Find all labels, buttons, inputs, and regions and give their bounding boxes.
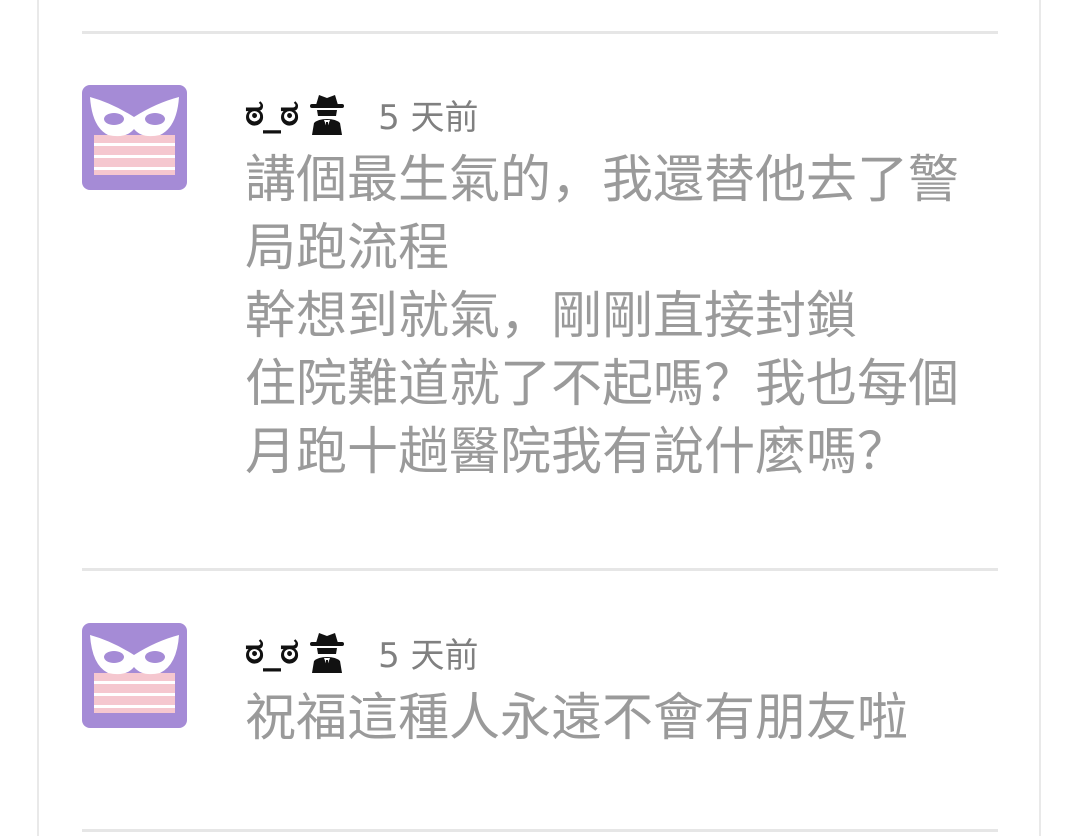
mask-avatar-icon[interactable] bbox=[82, 623, 187, 728]
username[interactable]: ಠ_ಠ bbox=[245, 93, 299, 135]
spy-icon bbox=[308, 631, 346, 673]
comment-meta: ಠ_ಠ 5 天前 bbox=[245, 89, 479, 139]
comment-thread: ಠ_ಠ 5 天前 講個最生氣的，我還替他去了警 局跑流程 幹想到就氣，剛剛直接封… bbox=[0, 0, 1077, 836]
divider bbox=[82, 31, 998, 34]
divider bbox=[82, 568, 998, 571]
divider bbox=[82, 829, 998, 832]
comment-meta: ಠ_ಠ 5 天前 bbox=[245, 627, 479, 677]
mask-avatar-icon[interactable] bbox=[82, 85, 187, 190]
comment-text: 講個最生氣的，我還替他去了警 局跑流程 幹想到就氣，剛剛直接封鎖 住院難道就了不… bbox=[245, 151, 960, 482]
frame-border-left bbox=[37, 0, 39, 836]
username[interactable]: ಠ_ಠ bbox=[245, 631, 299, 673]
comment-text: 祝福這種人永遠不會有朋友啦 bbox=[245, 689, 909, 748]
spy-icon bbox=[308, 93, 346, 135]
frame-border-right bbox=[1039, 0, 1041, 836]
timestamp: 5 天前 bbox=[378, 97, 479, 138]
timestamp: 5 天前 bbox=[378, 635, 479, 676]
